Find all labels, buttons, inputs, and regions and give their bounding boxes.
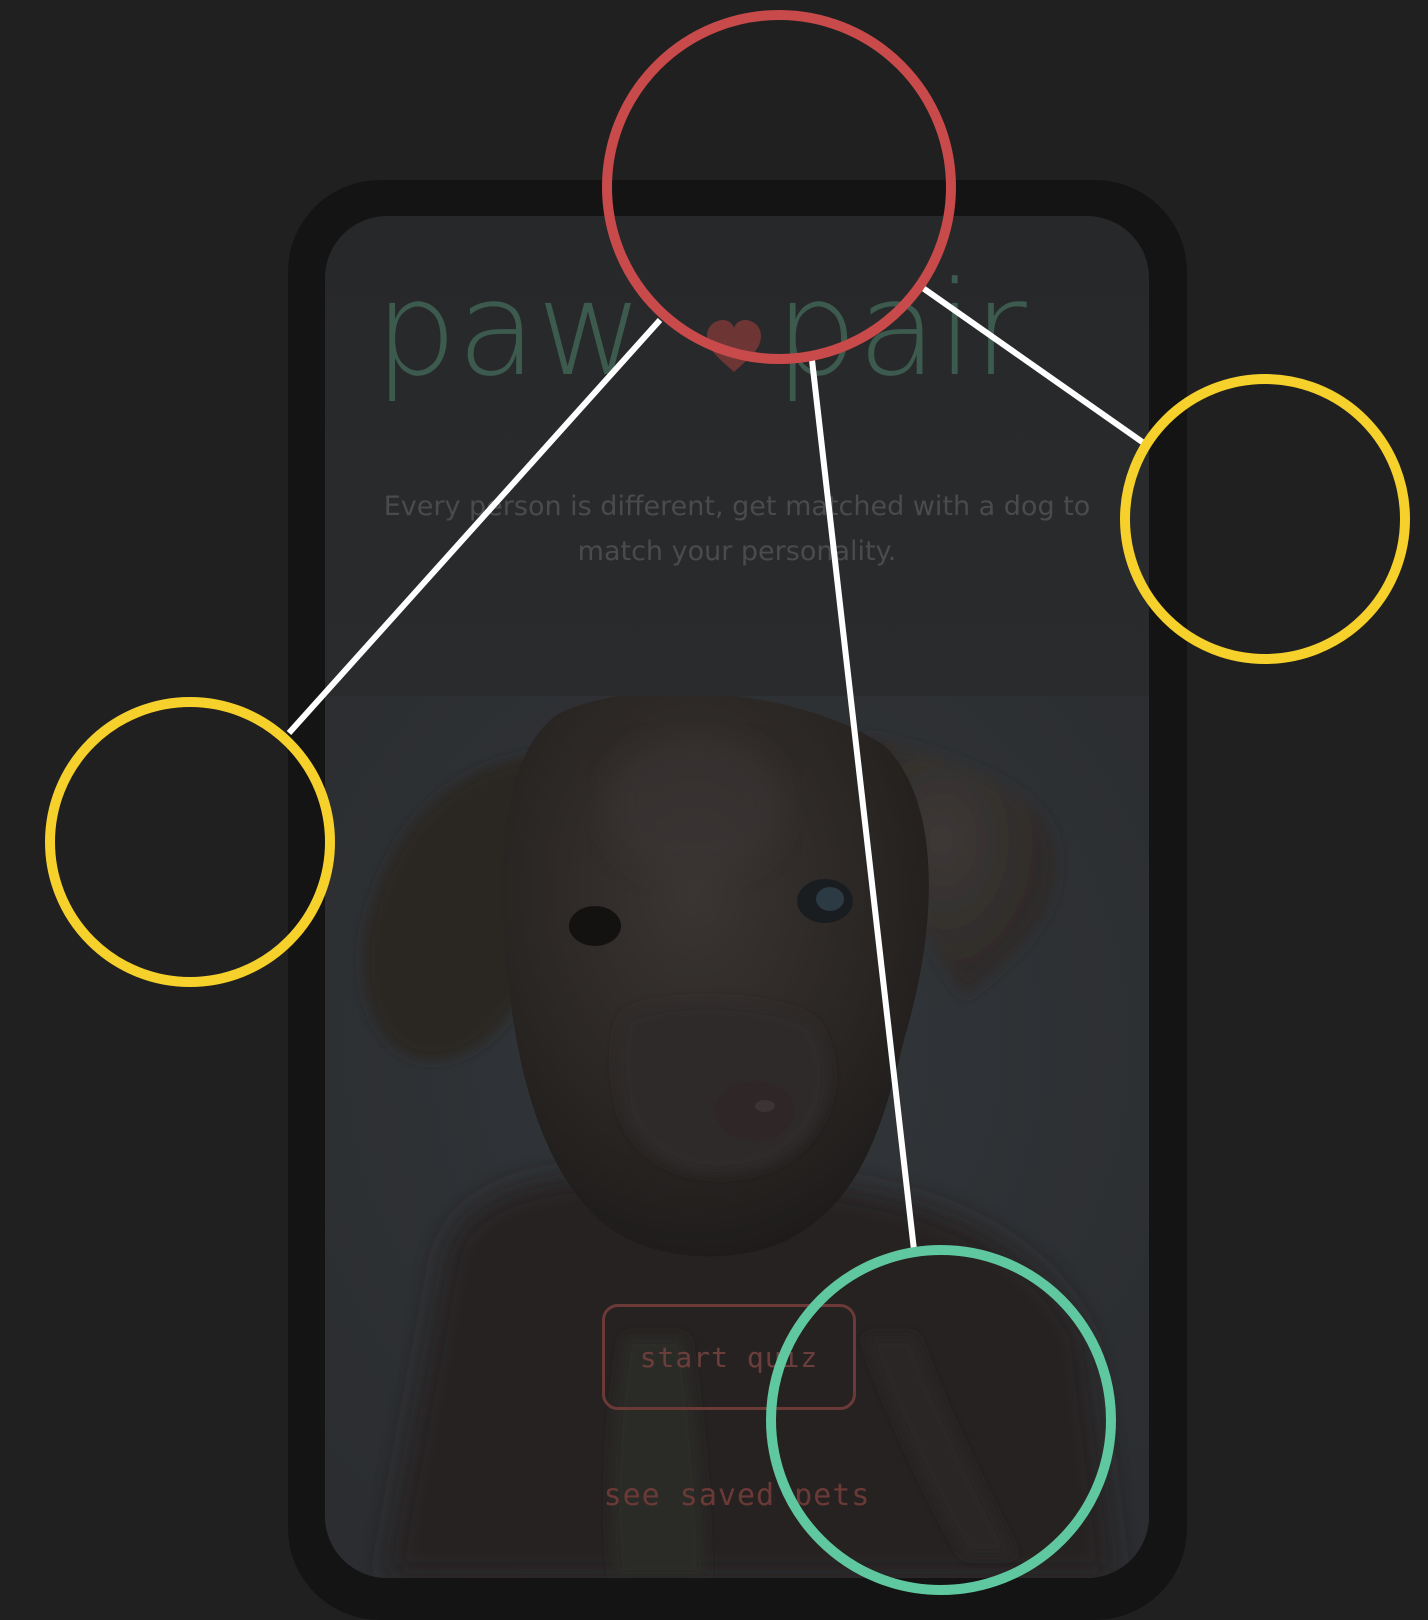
dog-photo [325, 696, 1149, 1578]
app-logo: paw pair [325, 254, 1149, 424]
logo-paw-text: paw [374, 254, 643, 405]
heart-icon [707, 320, 761, 372]
see-saved-pets-link[interactable]: see saved pets [325, 1478, 1149, 1513]
mockup-stage: paw pair Every person is different, get … [0, 0, 1428, 1620]
start-quiz-button[interactable]: start quiz [602, 1304, 856, 1410]
phone-screen: paw pair Every person is different, get … [325, 216, 1149, 1578]
start-quiz-label: start quiz [639, 1340, 819, 1374]
tagline-text: Every person is different, get matched w… [383, 491, 1091, 567]
logo-pair-text: pair [775, 254, 1027, 405]
